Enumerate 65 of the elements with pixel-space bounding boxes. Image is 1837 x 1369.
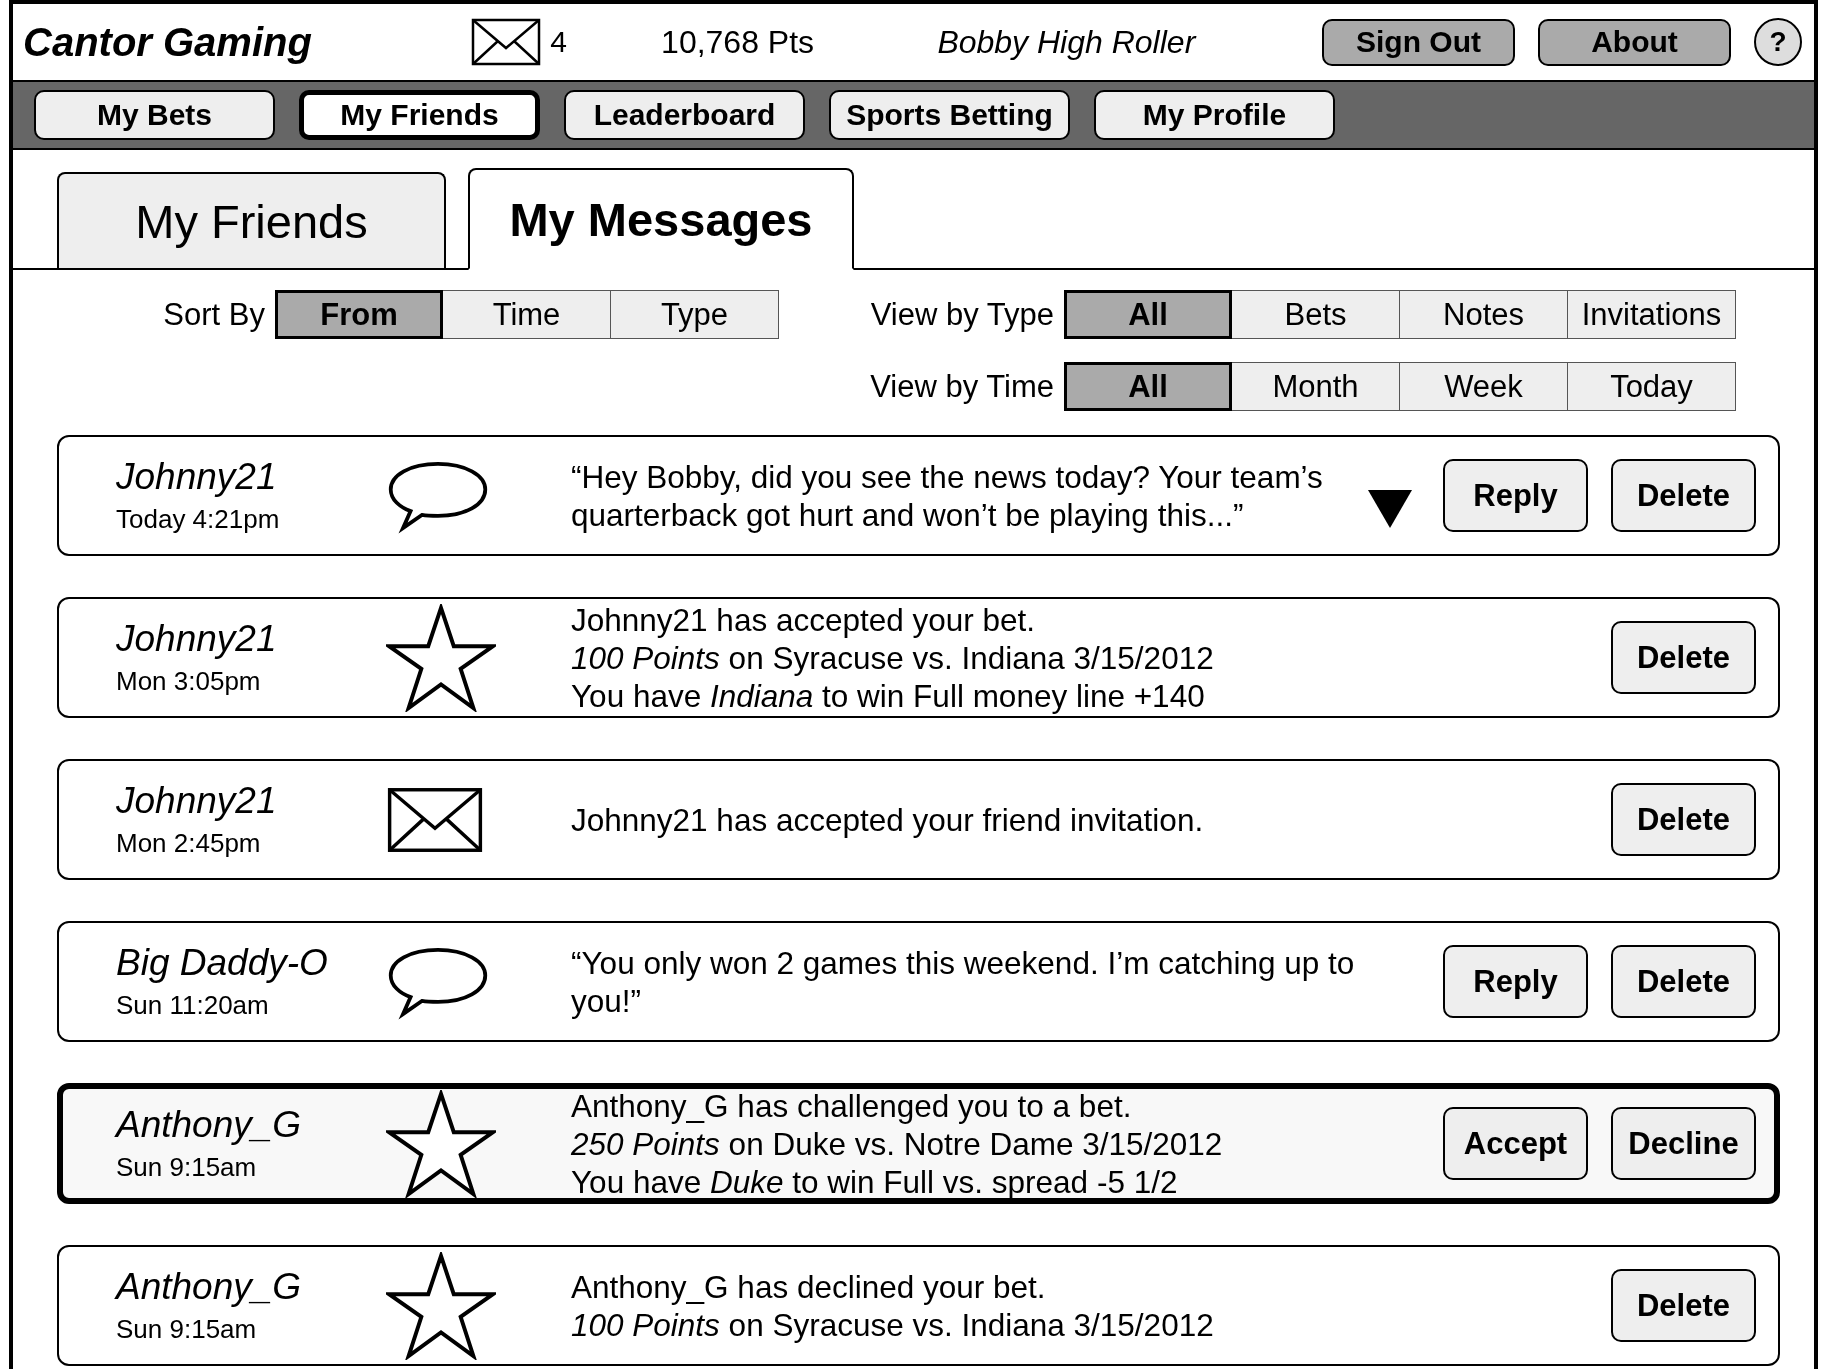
segment-option[interactable]: Type bbox=[611, 290, 779, 339]
filter-label: Sort By bbox=[163, 296, 265, 333]
action-button[interactable]: Delete bbox=[1611, 459, 1756, 532]
segment-option[interactable]: All bbox=[1064, 290, 1232, 339]
segment-option[interactable]: Invitations bbox=[1568, 290, 1736, 339]
envelope-icon bbox=[386, 786, 484, 853]
segment-option[interactable]: Today bbox=[1568, 362, 1736, 411]
segment-option[interactable]: Week bbox=[1400, 362, 1568, 411]
nav-tab[interactable]: Sports Betting bbox=[829, 90, 1070, 140]
action-button[interactable]: Decline bbox=[1611, 1107, 1756, 1180]
segment-option[interactable]: Bets bbox=[1232, 290, 1400, 339]
sender-name: Johnny21 bbox=[116, 618, 278, 660]
sender-name: Johnny21 bbox=[116, 780, 278, 822]
message-text: Johnny21 has accepted your friend invitation. bbox=[571, 800, 1205, 839]
segment-option[interactable]: Notes bbox=[1400, 290, 1568, 339]
action-button[interactable]: Delete bbox=[1611, 783, 1756, 856]
nav-tab[interactable]: Leaderboard bbox=[564, 90, 805, 140]
tab[interactable]: My Messages bbox=[468, 168, 854, 270]
message-time: Sun 11:20am bbox=[116, 990, 270, 1021]
star-icon bbox=[386, 603, 496, 712]
user-name: Bobby High Roller bbox=[937, 23, 1198, 61]
message-time: Mon 3:05pm bbox=[116, 666, 262, 697]
message-time: Today 4:21pm bbox=[116, 504, 281, 535]
filter-label: View by Time bbox=[869, 368, 1054, 405]
about-button[interactable]: About bbox=[1538, 18, 1731, 66]
sender-name: Anthony_G bbox=[116, 1266, 303, 1308]
nav-tab[interactable]: My Friends bbox=[299, 90, 540, 140]
app-title: Cantor Gaming bbox=[23, 19, 313, 65]
nav-tab[interactable]: My Bets bbox=[34, 90, 275, 140]
action-button[interactable]: Reply bbox=[1443, 459, 1588, 532]
tab[interactable]: My Friends bbox=[57, 172, 446, 268]
message-text: 250 Points on Duke vs. Notre Dame 3/15/2012 bbox=[571, 1124, 1224, 1163]
segment-option[interactable]: Month bbox=[1232, 362, 1400, 411]
sender-name: Johnny21 bbox=[116, 456, 278, 498]
message-text: “You only won 2 games this weekend. I’m catching up to you!” bbox=[571, 943, 1356, 1020]
message-text: You have Duke to win Full vs. spread -5 1/2 bbox=[571, 1162, 1179, 1201]
message-count: 4 bbox=[550, 25, 567, 59]
message-time: Sun 9:15am bbox=[116, 1152, 258, 1183]
segment-option[interactable]: All bbox=[1064, 362, 1232, 411]
message-text: Johnny21 has accepted your bet. bbox=[571, 600, 1037, 639]
action-button[interactable]: Delete bbox=[1611, 621, 1756, 694]
star-icon bbox=[386, 1251, 496, 1360]
action-button[interactable]: Reply bbox=[1443, 945, 1588, 1018]
action-button[interactable]: Delete bbox=[1611, 1269, 1756, 1342]
segment-option[interactable]: From bbox=[275, 290, 443, 339]
message-text: 100 Points on Syracuse vs. Indiana 3/15/2012 bbox=[571, 638, 1215, 677]
sender-name: Anthony_G bbox=[116, 1104, 303, 1146]
nav-tab[interactable]: My Profile bbox=[1094, 90, 1335, 140]
message-time: Sun 9:15am bbox=[116, 1314, 258, 1345]
action-button[interactable]: Delete bbox=[1611, 945, 1756, 1018]
sender-name: Big Daddy-O bbox=[116, 942, 329, 984]
segment-option[interactable]: Time bbox=[443, 290, 611, 339]
message-text: 100 Points on Syracuse vs. Indiana 3/15/2012 bbox=[571, 1305, 1215, 1344]
message-text: Anthony_G has challenged you to a bet. bbox=[571, 1086, 1133, 1125]
message-text: “Hey Bobby, did you see the news today? Your team’s quarterback got hurt and won’t be playing this...” bbox=[571, 457, 1324, 534]
help-button[interactable]: ? bbox=[1754, 18, 1802, 66]
filter-label: View by Type bbox=[869, 296, 1054, 333]
star-icon bbox=[386, 1089, 496, 1198]
points-balance: 10,768 Pts bbox=[661, 23, 816, 61]
message-text: You have Indiana to win Full money line +140 bbox=[571, 676, 1206, 715]
sign-out-button[interactable]: Sign Out bbox=[1322, 18, 1515, 66]
message-text: Anthony_G has declined your bet. bbox=[571, 1267, 1047, 1306]
envelope-icon bbox=[470, 18, 543, 66]
action-button[interactable]: Accept bbox=[1443, 1107, 1588, 1180]
message-time: Mon 2:45pm bbox=[116, 828, 262, 859]
